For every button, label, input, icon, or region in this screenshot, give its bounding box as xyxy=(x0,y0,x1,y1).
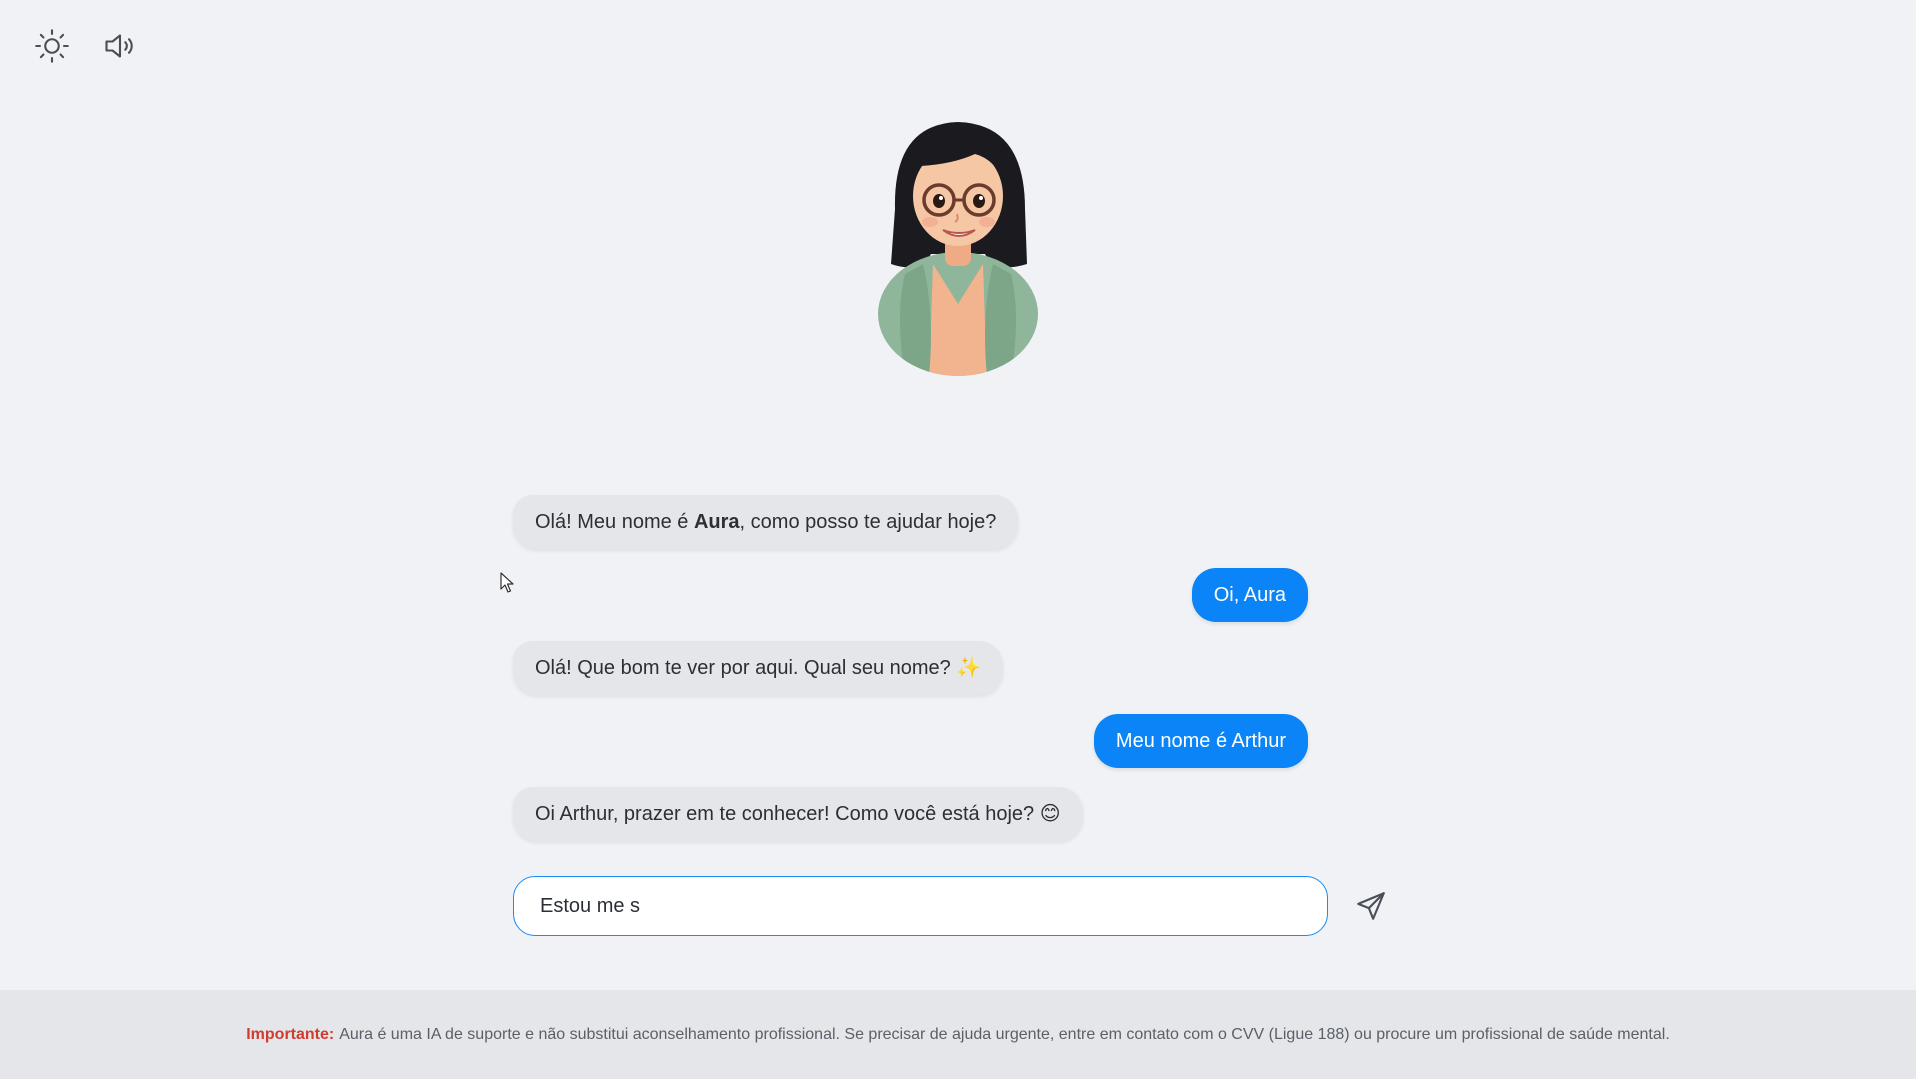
send-button[interactable] xyxy=(1349,884,1393,928)
message-row: Olá! Que bom te ver por aqui. Qual seu n… xyxy=(513,641,1308,695)
disclaimer-label: Importante: xyxy=(246,1025,335,1043)
sun-icon xyxy=(35,29,69,63)
bot-message: Olá! Meu nome é Aura, como posso te ajud… xyxy=(513,495,1019,549)
mouse-cursor-icon xyxy=(500,572,514,593)
sound-toggle-button[interactable] xyxy=(98,24,142,68)
send-icon xyxy=(1357,892,1385,920)
top-controls xyxy=(30,24,142,68)
user-message: Oi, Aura xyxy=(1191,568,1308,622)
message-row: Oi, Aura xyxy=(513,568,1308,622)
theme-toggle-button[interactable] xyxy=(30,24,74,68)
user-message: Meu nome é Arthur xyxy=(1093,714,1308,768)
message-row: Meu nome é Arthur xyxy=(513,714,1308,768)
speaker-icon xyxy=(105,34,133,58)
bot-message: Oi Arthur, prazer em te conhecer! Como v… xyxy=(513,787,1083,841)
message-row: Olá! Meu nome é Aura, como posso te ajud… xyxy=(513,495,1308,549)
disclaimer-footer: Importante: Aura é uma IA de suporte e n… xyxy=(0,990,1916,1079)
bot-message: Olá! Que bom te ver por aqui. Qual seu n… xyxy=(513,641,1004,695)
chat-messages: Olá! Meu nome é Aura, como posso te ajud… xyxy=(513,495,1308,860)
chat-app: Olá! Meu nome é Aura, como posso te ajud… xyxy=(0,0,1916,1079)
message-input[interactable] xyxy=(513,876,1328,936)
aura-avatar xyxy=(875,114,1041,376)
message-composer xyxy=(513,876,1385,936)
message-row: Oi Arthur, prazer em te conhecer! Como v… xyxy=(513,787,1308,841)
disclaimer-text: Aura é uma IA de suporte e não substitui… xyxy=(339,1025,1670,1043)
